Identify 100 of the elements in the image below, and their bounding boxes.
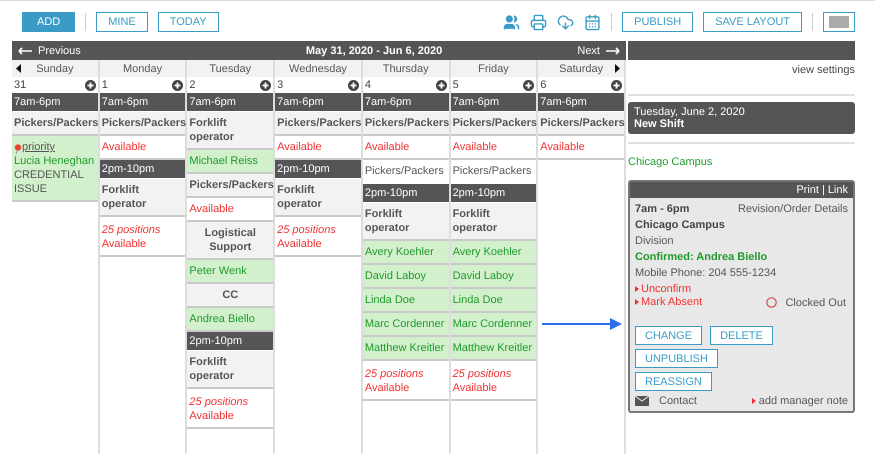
next-day-icon[interactable]: [615, 64, 620, 73]
add-shift-icon[interactable]: [348, 80, 359, 90]
view-settings-link[interactable]: view settings: [792, 64, 855, 76]
site-name: Chicago Campus: [635, 219, 726, 231]
open-positions[interactable]: 25 positions Available: [100, 217, 186, 257]
action-button[interactable]: REASSIGN: [635, 372, 712, 391]
position-label: Pickers/Packers: [12, 112, 98, 136]
position-label: Pickers/Packers: [450, 112, 536, 136]
date-number: 4: [364, 79, 371, 91]
position-label: Pickers/Packers: [187, 174, 274, 198]
add-shift-icon[interactable]: [523, 80, 534, 90]
share-link[interactable]: Link: [828, 184, 848, 196]
caret-icon: [635, 286, 639, 292]
previous-day-icon[interactable]: [16, 64, 21, 73]
cloud-download-icon[interactable]: [557, 14, 574, 30]
shift-time-bar[interactable]: 7am-6pm: [187, 93, 274, 112]
assigned-worker[interactable]: Marc Cordenner: [362, 313, 449, 337]
worker-note: CREDENTIAL ISSUE: [14, 168, 84, 196]
assigned-worker[interactable]: Matthew Kreitler: [450, 337, 536, 361]
clock-status: Clocked Out: [785, 296, 846, 308]
shift-time: 7am - 6pm: [635, 203, 690, 215]
priority-link[interactable]: priority: [22, 140, 56, 154]
shift-time-bar[interactable]: 2pm-10pm: [275, 160, 361, 179]
open-positions[interactable]: 25 positions Available: [450, 361, 536, 401]
action-button[interactable]: CHANGE: [635, 326, 702, 345]
manager-note-link[interactable]: add manager note: [752, 395, 848, 407]
next-link[interactable]: Next: [577, 44, 620, 56]
confirmed-worker: Confirmed: Andrea Biello: [635, 251, 768, 263]
day-name: Saturday: [559, 62, 604, 74]
assigned-worker[interactable]: Michael Reiss: [187, 150, 274, 174]
calendar-icon[interactable]: [584, 14, 602, 30]
group-label: CC: [187, 284, 274, 308]
division-label: Division: [635, 235, 675, 247]
shift-time-bar[interactable]: 7am-6pm: [450, 93, 536, 112]
day-name: Thursday: [382, 62, 429, 74]
assigned-worker[interactable]: Andrea Biello: [187, 308, 274, 332]
flagged-assignment[interactable]: priority Lucia Heneghan CREDENTIAL ISSUE: [12, 136, 98, 202]
toolbar-button[interactable]: PUBLISH: [622, 12, 694, 32]
shift-time-bar[interactable]: 7am-6pm: [362, 93, 449, 112]
people-icon[interactable]: [503, 14, 520, 30]
add-shift-icon[interactable]: [436, 80, 447, 90]
position-label: Forklift operator: [100, 179, 186, 217]
print-link[interactable]: Print: [796, 184, 819, 196]
assigned-worker[interactable]: David Laboy: [450, 265, 536, 289]
action-link[interactable]: Mark Absent: [635, 296, 702, 308]
open-positions[interactable]: 25 positions Available: [275, 217, 361, 257]
available-slot[interactable]: Available: [538, 136, 624, 160]
assigned-worker[interactable]: Avery Koehler: [362, 241, 449, 265]
position-label: Pickers/Packers: [538, 112, 624, 136]
layout-toggle-button[interactable]: [823, 12, 855, 32]
add-button[interactable]: ADD: [22, 12, 76, 32]
position-label: Forklift operator: [187, 112, 274, 150]
date-number: 2: [189, 79, 196, 91]
location-name: Chicago Campus: [628, 156, 714, 168]
caret-icon: [752, 398, 756, 404]
shift-header: Tuesday, June 2, 2020 New Shift: [628, 102, 855, 134]
contact-link[interactable]: Contact: [635, 395, 697, 407]
shift-time-bar[interactable]: 2pm-10pm: [100, 160, 186, 179]
left-arrow-icon: [18, 46, 32, 54]
assigned-worker[interactable]: David Laboy: [362, 265, 449, 289]
filter-button[interactable]: MINE: [96, 12, 148, 32]
shift-time-bar[interactable]: 2pm-10pm: [362, 184, 449, 203]
shift-time-bar[interactable]: 2pm-10pm: [450, 184, 536, 203]
action-button[interactable]: DELETE: [710, 326, 773, 345]
date-number: 5: [452, 79, 459, 91]
assigned-worker[interactable]: Peter Wenk: [187, 260, 274, 284]
status-circle-icon: [766, 297, 778, 308]
worker-name: Lucia Heneghan: [14, 154, 96, 168]
day-name: Monday: [122, 62, 162, 74]
envelope-icon: [635, 396, 649, 406]
assigned-worker[interactable]: Linda Doe: [362, 289, 449, 313]
date-number: 3: [277, 79, 284, 91]
action-link[interactable]: Unconfirm: [635, 283, 702, 295]
shift-time-bar[interactable]: 2pm-10pm: [187, 332, 274, 351]
add-shift-icon[interactable]: [84, 80, 96, 90]
open-positions[interactable]: 25 positions Available: [362, 361, 449, 401]
add-shift-icon[interactable]: [260, 80, 272, 90]
date-number: 6: [540, 79, 546, 91]
add-shift-icon[interactable]: [611, 80, 622, 90]
pushpin-icon: [14, 144, 22, 154]
open-positions[interactable]: 25 positions Available: [187, 389, 274, 429]
shift-time-bar[interactable]: 7am-6pm: [538, 93, 624, 112]
toolbar-button[interactable]: SAVE LAYOUT: [703, 12, 802, 32]
order-details-link[interactable]: Revision/Order Details: [738, 203, 848, 215]
previous-link[interactable]: Previous: [18, 44, 81, 56]
day-name: Wednesday: [289, 62, 347, 74]
position-label: Pickers/Packers: [362, 112, 449, 136]
assigned-worker[interactable]: Linda Doe: [450, 289, 536, 313]
shift-time-bar[interactable]: 7am-6pm: [100, 93, 186, 112]
print-icon[interactable]: [530, 14, 548, 30]
shift-time-bar[interactable]: 7am-6pm: [12, 93, 98, 112]
action-button[interactable]: UNPUBLISH: [635, 349, 718, 368]
assigned-worker[interactable]: Matthew Kreitler: [362, 337, 449, 361]
add-shift-icon[interactable]: [172, 80, 184, 90]
phone-number: Mobile Phone: 204 555-1234: [635, 267, 778, 279]
shift-time-bar[interactable]: 7am-6pm: [275, 93, 361, 112]
filter-button[interactable]: TODAY: [158, 12, 219, 32]
position-label: Forklift operator: [450, 203, 536, 241]
assigned-worker[interactable]: Avery Koehler: [450, 241, 536, 265]
assigned-worker[interactable]: Marc Cordenner: [450, 313, 536, 337]
